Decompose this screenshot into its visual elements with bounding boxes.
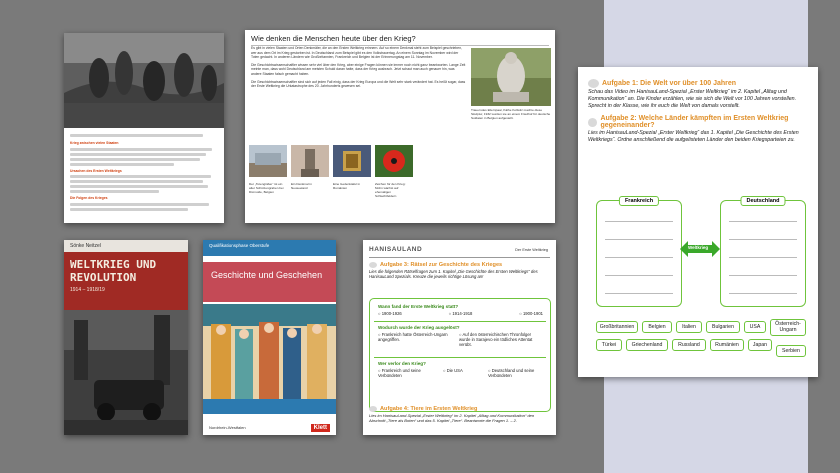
chip-oesterreich-ungarn[interactable]: Österreich-Ungarn xyxy=(770,319,806,336)
book1-author: Sönke Neitzel xyxy=(64,240,188,252)
thumbnail-plaque[interactable]: Eine Gedenktafel in Rumänien xyxy=(333,145,371,190)
wiki-article-card[interactable]: Wie denken die Menschen heute über den K… xyxy=(245,30,555,223)
book2-title: Geschichte und Geschehen xyxy=(211,270,323,280)
hamster-icon xyxy=(588,79,599,88)
quiz-box: Wann fand der Erste Weltkrieg statt? ○ 1… xyxy=(369,298,551,412)
task3-heading: Aufgabe 3: Rätsel zur Geschichte des Kri… xyxy=(369,262,549,268)
task4-text: Lies im HanisauLand-Spezial „Erster Welt… xyxy=(369,413,535,423)
chip-serbien[interactable]: Serbien xyxy=(776,345,806,357)
chip-grossbritannien[interactable]: Großbritannien xyxy=(596,321,638,333)
thumbnail-memorial[interactable]: Ein Denkmal in Neuseeland xyxy=(291,145,329,190)
task2-heading: Aufgabe 2: Welche Länder kämpften im Ers… xyxy=(588,115,810,129)
q3-option-1[interactable]: ○ Frankreich und seine Verbündeten xyxy=(378,368,428,378)
klett-logo: Klett xyxy=(310,424,330,432)
central-powers-box[interactable]: Deutschland xyxy=(720,196,806,307)
chip-japan[interactable]: Japan xyxy=(748,339,772,351)
quiz-question-1: Wann fand der Erste Weltkrieg statt? ○ 1… xyxy=(378,304,543,316)
soldiers-photo xyxy=(64,33,224,128)
q1-option-2[interactable]: ○ 1914-1918 xyxy=(449,311,473,316)
wiki-paragraph-2: Die Geschichtswissenschaftler wissen seh… xyxy=(251,62,466,76)
task1-heading: Aufgabe 1: Die Welt vor über 100 Jahren xyxy=(588,79,810,88)
hamster-icon xyxy=(369,262,377,268)
book2-cover-illustration xyxy=(203,304,336,414)
article-heading-2: Ursachen des Ersten Weltkriegs xyxy=(70,168,122,173)
book2-series: Qualifikationsphase Oberstufe xyxy=(203,240,336,256)
wiki-paragraph-1: Es gibt in vielen Staaten und Orten Denk… xyxy=(251,46,463,60)
book1-title-band: WELTKRIEG UND REVOLUTION 1914 – 1918/19 xyxy=(64,252,188,310)
article-heading-3: Die Folgen des Krieges xyxy=(70,196,108,201)
book1-years: 1914 – 1918/19 xyxy=(70,287,105,293)
allies-box-title: Frankreich xyxy=(618,196,660,206)
allies-box[interactable]: Frankreich xyxy=(596,196,682,307)
thumbnail-trench[interactable]: Der „Totengräber“ ist ein alter Schützen… xyxy=(249,145,287,194)
statue-photo xyxy=(471,48,551,106)
q2-option-2[interactable]: ○ Auf den österreichischen Thronfolger w… xyxy=(459,332,539,347)
quiz-question-3: Wer verlor den Krieg? ○ Frankreich und s… xyxy=(378,361,543,378)
book2-title-band: Geschichte und Geschehen xyxy=(203,262,336,302)
figure-caption: Trauerndes Elternpaar, Käthe Kollwitz ma… xyxy=(471,108,551,121)
q1-option-1[interactable]: ○ 1900-1926 xyxy=(378,311,402,316)
hamster-icon xyxy=(588,117,598,127)
chip-russland[interactable]: Russland xyxy=(672,339,706,351)
arrow-label: Weltkrieg xyxy=(688,245,709,250)
book-cover-geschichte-und-geschehen[interactable]: Qualifikationsphase Oberstufe Geschichte… xyxy=(203,240,336,435)
q3-option-2[interactable]: ○ Die USA xyxy=(443,368,473,378)
chip-bulgarien[interactable]: Bulgarien xyxy=(706,321,740,333)
q1-option-3[interactable]: ○ 1900-1901 xyxy=(519,311,543,316)
central-powers-box-title: Deutschland xyxy=(740,196,786,206)
book1-title: WELTKRIEG UND REVOLUTION xyxy=(70,258,157,284)
quiz-question-2: Wodurch wurde der Krieg ausgelöst? ○ Fra… xyxy=(378,325,543,347)
task3-text: Lies die folgenden Rätselfragen zum 1. K… xyxy=(369,269,538,280)
task2-text: Lies im HanisauLand-Spezial „Erster Welt… xyxy=(588,130,799,144)
thumbnail-gallery: Der „Totengräber“ ist ein alter Schützen… xyxy=(249,145,549,221)
book1-cover-photo xyxy=(64,310,188,435)
q2-option-1[interactable]: ○ Frankreich hatte Österreich-Ungarn ang… xyxy=(378,332,453,347)
article-heading-1: Krieg zwischen vielen Staaten xyxy=(70,141,119,145)
worksheet-header-right: Der Erste Weltkrieg xyxy=(515,248,548,252)
chip-rumaenien[interactable]: Rumänien xyxy=(710,339,744,351)
worksheet-page-2[interactable]: HANISAULAND Der Erste Weltkrieg Aufgabe … xyxy=(363,240,556,435)
chip-usa[interactable]: USA xyxy=(744,321,766,333)
history-article-card[interactable]: Krieg zwischen vielen Staaten Ursachen d… xyxy=(64,33,224,223)
chip-belgien[interactable]: Belgien xyxy=(642,321,672,333)
article-body: Krieg zwischen vielen Staaten Ursachen d… xyxy=(64,128,224,217)
thumbnail-poppy[interactable]: Zeichen für den Krieg: Mohn wächst auf e… xyxy=(375,145,413,198)
book2-footer: Nordrhein-Westfalen xyxy=(209,425,246,430)
chip-griechenland[interactable]: Griechenland xyxy=(626,339,668,351)
wiki-title: Wie denken die Menschen heute über den K… xyxy=(251,34,549,46)
chip-italien[interactable]: Italien xyxy=(676,321,702,333)
wiki-paragraph-3: Die Geschichtswissenschaftler sind sich … xyxy=(251,79,466,89)
wiki-text: Es gibt in vielen Staaten und Orten Denk… xyxy=(251,46,466,89)
chip-tuerkei[interactable]: Türkei xyxy=(596,339,622,351)
task4-heading: Aufgabe 4: Tiere im Ersten Weltkrieg xyxy=(369,406,549,412)
hamster-icon xyxy=(369,406,377,412)
hanisauland-logo: HANISAULAND xyxy=(369,246,423,253)
q3-option-3[interactable]: ○ Deutschland und seine Verbündeten xyxy=(488,368,543,378)
wiki-figure: Trauerndes Elternpaar, Käthe Kollwitz ma… xyxy=(471,48,551,121)
book-cover-weltkrieg-und-revolution[interactable]: Sönke Neitzel WELTKRIEG UND REVOLUTION 1… xyxy=(64,240,188,435)
worksheet-page-1[interactable]: Aufgabe 1: Die Welt vor über 100 Jahren … xyxy=(578,67,818,377)
task1-text: Schau das Video im HanisauLand-Spezial „… xyxy=(588,89,797,109)
